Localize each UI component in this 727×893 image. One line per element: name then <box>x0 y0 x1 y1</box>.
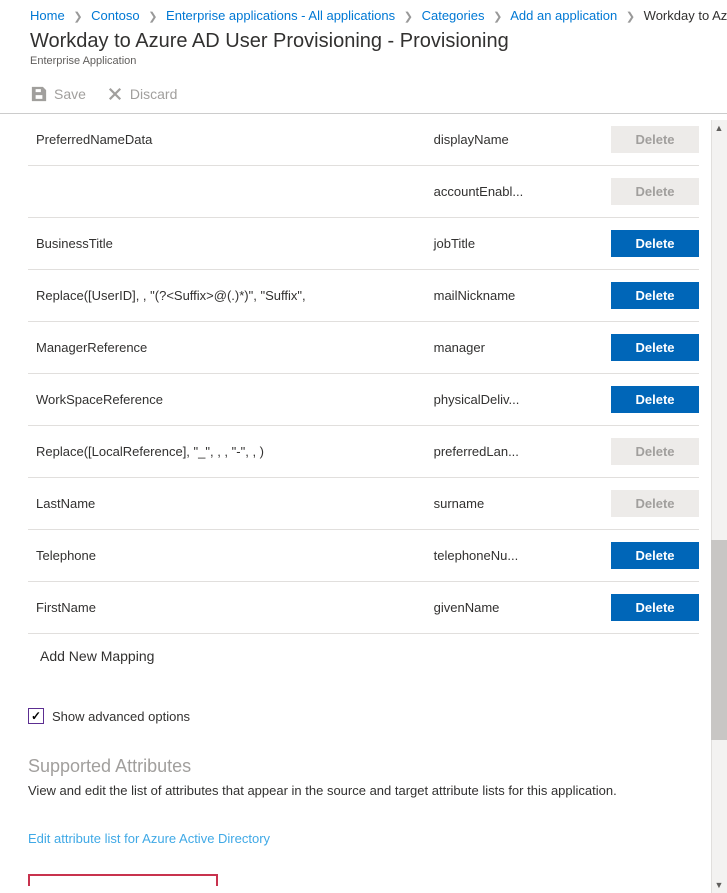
breadcrumb-enterprise-apps[interactable]: Enterprise applications - All applicatio… <box>166 8 395 23</box>
discard-button[interactable]: Discard <box>106 85 177 103</box>
mapping-source: LastName <box>28 478 426 530</box>
save-label: Save <box>54 86 86 102</box>
add-new-mapping-link[interactable]: Add New Mapping <box>28 634 699 678</box>
breadcrumb-add-application[interactable]: Add an application <box>510 8 617 23</box>
mapping-source: Telephone <box>28 530 426 582</box>
chevron-right-icon: ❯ <box>404 11 413 23</box>
delete-button: Delete <box>611 178 699 205</box>
table-row[interactable]: accountEnabl... Delete <box>28 166 699 218</box>
advanced-options-label: Show advanced options <box>52 709 190 724</box>
mapping-action-cell: Delete <box>575 426 699 478</box>
delete-button[interactable]: Delete <box>611 594 699 621</box>
delete-button[interactable]: Delete <box>611 230 699 257</box>
mapping-action-cell: Delete <box>575 218 699 270</box>
mapping-target: surname <box>426 478 575 530</box>
mapping-source <box>28 166 426 218</box>
mapping-target: telephoneNu... <box>426 530 575 582</box>
vertical-scrollbar[interactable]: ▲ ▼ <box>711 120 727 893</box>
mapping-target: givenName <box>426 582 575 634</box>
delete-button: Delete <box>611 126 699 153</box>
breadcrumb: Home ❯ Contoso ❯ Enterprise applications… <box>0 0 727 27</box>
table-row[interactable]: BusinessTitlejobTitle Delete <box>28 218 699 270</box>
edit-attribute-list-workday-link[interactable]: Edit attribute list for Workday <box>28 874 218 887</box>
supported-attributes-heading: Supported Attributes <box>28 734 699 781</box>
chevron-right-icon: ❯ <box>626 11 635 23</box>
table-row[interactable]: Replace([UserID], , "(?<Suffix>@(.)*)", … <box>28 270 699 322</box>
table-row[interactable]: WorkSpaceReferencephysicalDeliv... Delete <box>28 374 699 426</box>
scroll-thumb[interactable] <box>711 540 727 740</box>
mapping-action-cell: Delete <box>575 322 699 374</box>
delete-button: Delete <box>611 438 699 465</box>
mapping-target: mailNickname <box>426 270 575 322</box>
mapping-source: ManagerReference <box>28 322 426 374</box>
content-panel: PreferredNameDatadisplayNameDeleteaccoun… <box>0 113 727 886</box>
table-row[interactable]: LastNamesurname Delete <box>28 478 699 530</box>
mapping-target: jobTitle <box>426 218 575 270</box>
delete-button[interactable]: Delete <box>611 282 699 309</box>
table-row[interactable]: FirstNamegivenName Delete <box>28 582 699 634</box>
chevron-right-icon: ❯ <box>493 11 502 23</box>
chevron-right-icon: ❯ <box>73 11 82 23</box>
discard-label: Discard <box>130 86 177 102</box>
mapping-source: Replace([UserID], , "(?<Suffix>@(.)*)", … <box>28 270 426 322</box>
table-row[interactable]: TelephonetelephoneNu... Delete <box>28 530 699 582</box>
save-icon <box>30 85 48 103</box>
delete-button[interactable]: Delete <box>611 386 699 413</box>
table-row[interactable]: PreferredNameDatadisplayName Delete <box>28 114 699 166</box>
edit-attribute-list-aad-link[interactable]: Edit attribute list for Azure Active Dir… <box>28 831 699 846</box>
table-row[interactable]: ManagerReferencemanager Delete <box>28 322 699 374</box>
scroll-up-arrow-icon[interactable]: ▲ <box>711 120 727 136</box>
page-subtitle: Enterprise Application <box>0 53 727 77</box>
toolbar: Save Discard <box>0 77 727 113</box>
mapping-action-cell: Delete <box>575 582 699 634</box>
breadcrumb-current: Workday to Azure A <box>644 8 727 23</box>
advanced-options-checkbox[interactable] <box>28 708 44 724</box>
delete-button[interactable]: Delete <box>611 334 699 361</box>
mapping-action-cell: Delete <box>575 166 699 218</box>
breadcrumb-contoso[interactable]: Contoso <box>91 8 139 23</box>
chevron-right-icon: ❯ <box>148 11 157 23</box>
mapping-action-cell: Delete <box>575 478 699 530</box>
mapping-source: FirstName <box>28 582 426 634</box>
mapping-source: Replace([LocalReference], "_", , , "-", … <box>28 426 426 478</box>
supported-attributes-description: View and edit the list of attributes tha… <box>28 781 699 801</box>
attribute-mapping-table: PreferredNameDatadisplayNameDeleteaccoun… <box>28 114 699 634</box>
page-title: Workday to Azure AD User Provisioning - … <box>0 27 727 53</box>
mapping-action-cell: Delete <box>575 114 699 166</box>
mapping-action-cell: Delete <box>575 530 699 582</box>
mapping-target: manager <box>426 322 575 374</box>
delete-button[interactable]: Delete <box>611 542 699 569</box>
breadcrumb-categories[interactable]: Categories <box>422 8 485 23</box>
save-button[interactable]: Save <box>30 85 86 103</box>
delete-button: Delete <box>611 490 699 517</box>
breadcrumb-home[interactable]: Home <box>30 8 65 23</box>
mapping-action-cell: Delete <box>575 270 699 322</box>
advanced-options-row: Show advanced options <box>28 678 699 734</box>
close-icon <box>106 85 124 103</box>
mapping-target: preferredLan... <box>426 426 575 478</box>
mapping-target: physicalDeliv... <box>426 374 575 426</box>
scroll-down-arrow-icon[interactable]: ▼ <box>711 877 727 893</box>
mapping-target: displayName <box>426 114 575 166</box>
mapping-source: PreferredNameData <box>28 114 426 166</box>
table-row[interactable]: Replace([LocalReference], "_", , , "-", … <box>28 426 699 478</box>
mapping-target: accountEnabl... <box>426 166 575 218</box>
mapping-action-cell: Delete <box>575 374 699 426</box>
mapping-source: WorkSpaceReference <box>28 374 426 426</box>
mapping-source: BusinessTitle <box>28 218 426 270</box>
